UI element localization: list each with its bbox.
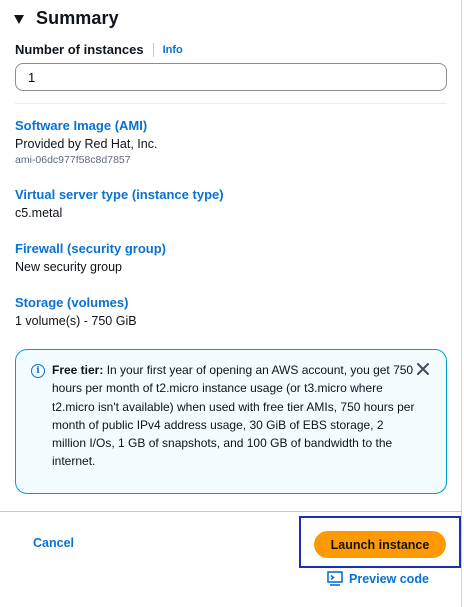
divider [15, 103, 447, 104]
preview-code-icon [327, 571, 343, 586]
footer-divider [0, 511, 462, 512]
ami-id: ami-06dc977f58c8d7857 [15, 154, 131, 166]
instances-label-row: Number of instances Info [15, 42, 183, 57]
instances-input[interactable] [15, 63, 447, 91]
free-tier-alert: i Free tier: In your first year of openi… [15, 349, 447, 494]
instance-type-value: c5.metal [15, 206, 63, 220]
summary-expander[interactable]: Summary [14, 8, 119, 29]
preview-code-label: Preview code [349, 571, 429, 586]
instances-label: Number of instances [15, 42, 144, 57]
close-icon[interactable] [416, 362, 430, 376]
alert-body: In your first year of opening an AWS acc… [52, 363, 415, 469]
launch-instance-button[interactable]: Launch instance [314, 531, 446, 558]
summary-panel: Summary Number of instances Info Softwar… [0, 0, 462, 607]
ami-link[interactable]: Software Image (AMI) [15, 117, 157, 135]
alert-text: Free tier: In your first year of opening… [52, 361, 418, 471]
summary-title: Summary [36, 8, 119, 28]
firewall-value: New security group [15, 260, 122, 274]
instance-type-section: Virtual server type (instance type) c5.m… [15, 186, 224, 222]
firewall-link[interactable]: Firewall (security group) [15, 240, 166, 258]
ami-provider: Provided by Red Hat, Inc. [15, 137, 158, 151]
ami-section: Software Image (AMI) Provided by Red Hat… [15, 117, 157, 168]
instance-type-link[interactable]: Virtual server type (instance type) [15, 186, 224, 204]
caret-down-icon [14, 14, 24, 24]
label-separator [152, 42, 154, 57]
alert-heading: Free tier: [52, 363, 104, 377]
preview-code-link[interactable]: Preview code [327, 571, 429, 586]
storage-section: Storage (volumes) 1 volume(s) - 750 GiB [15, 294, 137, 330]
storage-value: 1 volume(s) - 750 GiB [15, 314, 137, 328]
storage-link[interactable]: Storage (volumes) [15, 294, 137, 312]
cancel-button[interactable]: Cancel [33, 536, 74, 550]
firewall-section: Firewall (security group) New security g… [15, 240, 166, 276]
info-icon: i [31, 364, 45, 378]
info-link[interactable]: Info [163, 44, 183, 56]
